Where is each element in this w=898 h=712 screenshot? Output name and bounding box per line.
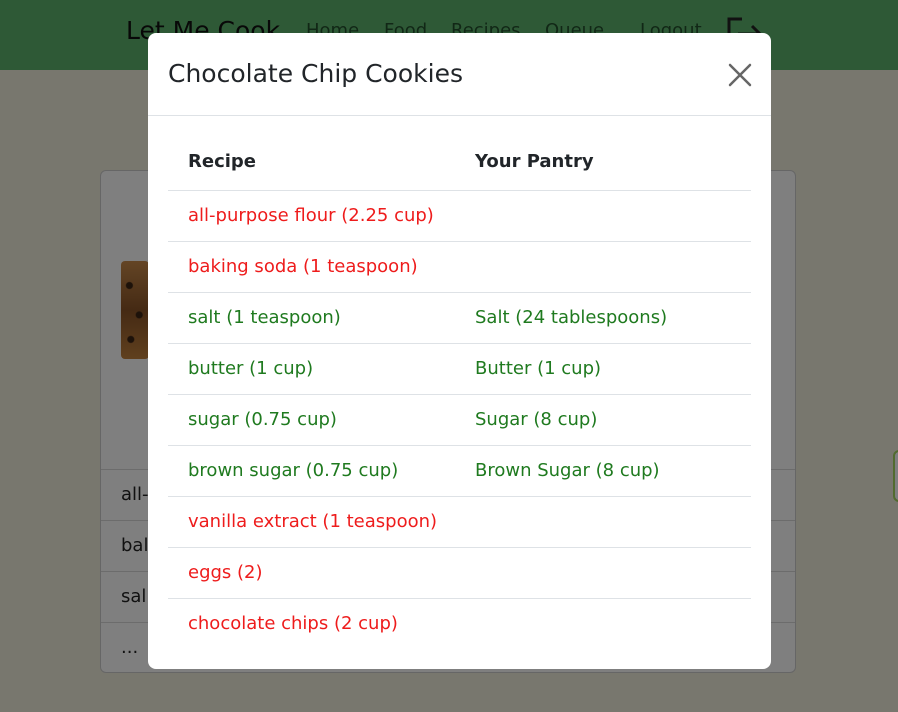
table-row: eggs (2) [168,547,751,599]
pantry-item [455,241,751,293]
recipe-ingredient: salt (1 teaspoon) [168,292,455,344]
recipe-ingredient: vanilla extract (1 teaspoon) [168,496,455,548]
ingredients-table: Recipe Your Pantry all-purpose flour (2.… [168,133,751,649]
table-row: salt (1 teaspoon) Salt (24 tablespoons) [168,292,751,344]
recipe-modal: Chocolate Chip Cookies Recipe Your Pantr… [148,33,771,669]
recipe-ingredient: baking soda (1 teaspoon) [168,241,455,293]
pantry-item [455,598,751,649]
recipe-ingredient: chocolate chips (2 cup) [188,613,398,635]
table-row: baking soda (1 teaspoon) [168,241,751,293]
close-button[interactable] [722,57,758,93]
table-row: sugar (0.75 cup) Sugar (8 cup) [168,394,751,446]
recipe-ingredient: all-purpose flour (2.25 cup) [168,190,455,242]
table-row: all-purpose flour (2.25 cup) [168,190,751,242]
table-row: brown sugar (0.75 cup) Brown Sugar (8 cup… [168,445,751,497]
table-row: vanilla extract (1 teaspoon) [168,496,751,548]
pantry-item: Butter (1 cup) [455,343,751,395]
column-header-recipe: Recipe [168,133,455,191]
modal-header: Chocolate Chip Cookies [148,33,771,116]
recipe-ingredient: butter (1 cup) [168,343,455,395]
recipe-ingredient: sugar (0.75 cup) [168,394,455,446]
table-header-row: Recipe Your Pantry [168,133,751,191]
pantry-item: Salt (24 tablespoons) [455,292,751,344]
table-row: butter (1 cup) Butter (1 cup) [168,343,751,395]
pantry-item [455,547,751,599]
close-icon [728,63,752,87]
recipe-ingredient: eggs (2) [168,547,455,599]
column-header-pantry: Your Pantry [455,133,751,191]
pantry-item [455,190,751,242]
table-row: chocolate chips (2 cup) [168,598,751,649]
recipe-ingredient: brown sugar (0.75 cup) [168,445,455,497]
pantry-item [455,496,751,548]
pantry-item: Brown Sugar (8 cup) [455,445,751,497]
pantry-item: Sugar (8 cup) [455,394,751,446]
modal-title: Chocolate Chip Cookies [168,59,463,88]
